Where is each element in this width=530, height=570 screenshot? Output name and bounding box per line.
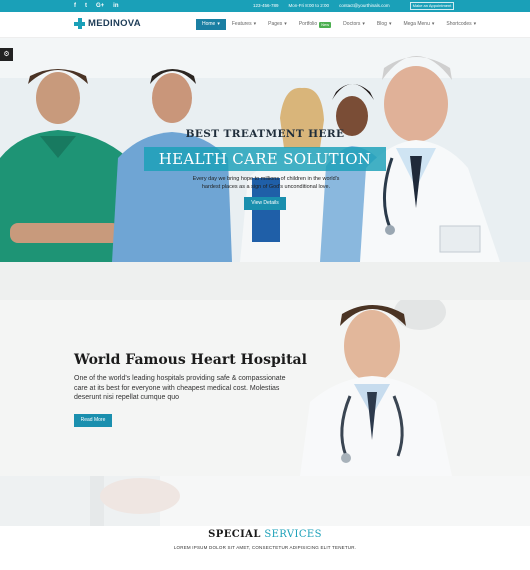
hero-kicker: BEST TREATMENT HERE — [185, 128, 345, 140]
blurred-hospital-image — [0, 476, 530, 526]
services-title: SPECIAL SERVICES — [0, 529, 530, 540]
chevron-down-icon: ▾ — [431, 21, 435, 27]
section-title: World Famous Heart Hospital — [74, 352, 307, 368]
nav-label: Home — [202, 21, 216, 27]
facebook-icon[interactable]: f — [74, 2, 76, 10]
chevron-down-icon: ▾ — [284, 21, 287, 27]
divider-strip — [0, 262, 530, 300]
appointment-button[interactable]: Make an Appointment — [410, 2, 454, 10]
nav-item-pages[interactable]: Pages ▾ — [262, 19, 293, 30]
doctor-image — [280, 300, 530, 476]
nav-item-portfolio[interactable]: Portfolio New — [293, 19, 337, 30]
main-navbar: MEDINOVA Home ▾ Features ▾ Pages ▾ Portfoli… — [0, 12, 530, 38]
nav-label: Mega Menu — [403, 21, 430, 27]
new-badge: New — [319, 21, 332, 28]
hero-slider: ⚙ BEST TREATMENT HERE HEALTH CARE SOLUTI… — [0, 38, 530, 262]
services-background-image — [0, 476, 530, 526]
nav-item-features[interactable]: Features ▾ — [226, 19, 262, 30]
services-title-a: SPECIAL — [208, 529, 261, 540]
sliders-icon[interactable]: ⚙ — [0, 48, 13, 61]
services-title-b: SERVICES — [264, 529, 322, 540]
nav-label: Portfolio — [298, 21, 318, 27]
nav-label: Features — [231, 21, 252, 27]
nav-label: Blog — [376, 21, 387, 27]
top-bar: f t G+ in 123-456-789 Mon-Fri 8:00 to 2:… — [0, 0, 530, 12]
chevron-down-icon: ▾ — [388, 21, 392, 27]
contact-info: 123-456-789 Mon-Fri 8:00 to 2:00 contact… — [253, 3, 390, 9]
nav-item-home[interactable]: Home ▾ — [196, 19, 226, 30]
chevron-down-icon: ▾ — [473, 21, 477, 27]
section-description: One of the world's leading hospitals pro… — [74, 375, 286, 401]
email-link[interactable]: contact@yourthinals.com — [339, 3, 390, 9]
nav-item-mega-menu[interactable]: Mega Menu ▾ — [397, 19, 440, 30]
nav-label: Doctors — [343, 21, 361, 27]
nav-label: Pages — [268, 21, 283, 27]
social-links: f t G+ in — [74, 2, 119, 10]
logo[interactable]: MEDINOVA — [74, 18, 141, 29]
nav-menu: Home ▾ Features ▾ Pages ▾ Portfolio New Doct… — [196, 19, 482, 30]
twitter-icon[interactable]: t — [85, 2, 87, 10]
chevron-down-icon: ▾ — [362, 21, 365, 27]
nav-item-shortcodes[interactable]: Shortcodes ▾ — [440, 19, 482, 30]
heart-hospital-section: World Famous Heart Hospital One of the w… — [0, 300, 530, 476]
brand-name: MEDINOVA — [88, 18, 141, 29]
special-services-section: SPECIAL SERVICES LOREM IPSUM DOLOR SIT A… — [0, 526, 530, 570]
hours-text: Mon-Fri 8:00 to 2:00 — [288, 3, 330, 8]
linkedin-icon[interactable]: in — [113, 2, 118, 10]
hero-description: Every day we bring hope to millions of c… — [192, 176, 340, 190]
read-more-button[interactable]: Read More — [74, 414, 112, 427]
chevron-down-icon: ▾ — [253, 21, 257, 27]
nav-label: Shortcodes — [446, 21, 472, 27]
nav-item-blog[interactable]: Blog ▾ — [371, 19, 398, 30]
phone-text: 123-456-789 — [253, 3, 279, 8]
view-details-button[interactable]: View Details — [244, 197, 286, 210]
chevron-down-icon: ▾ — [217, 21, 220, 27]
hero-title: HEALTH CARE SOLUTION — [158, 150, 372, 168]
nav-item-doctors[interactable]: Doctors ▾ — [337, 19, 371, 30]
medical-cross-icon — [74, 18, 85, 29]
google-plus-icon[interactable]: G+ — [96, 2, 104, 10]
services-subtitle: LOREM IPSUM DOLOR SIT AMET, CONSECTETUR … — [173, 545, 357, 550]
